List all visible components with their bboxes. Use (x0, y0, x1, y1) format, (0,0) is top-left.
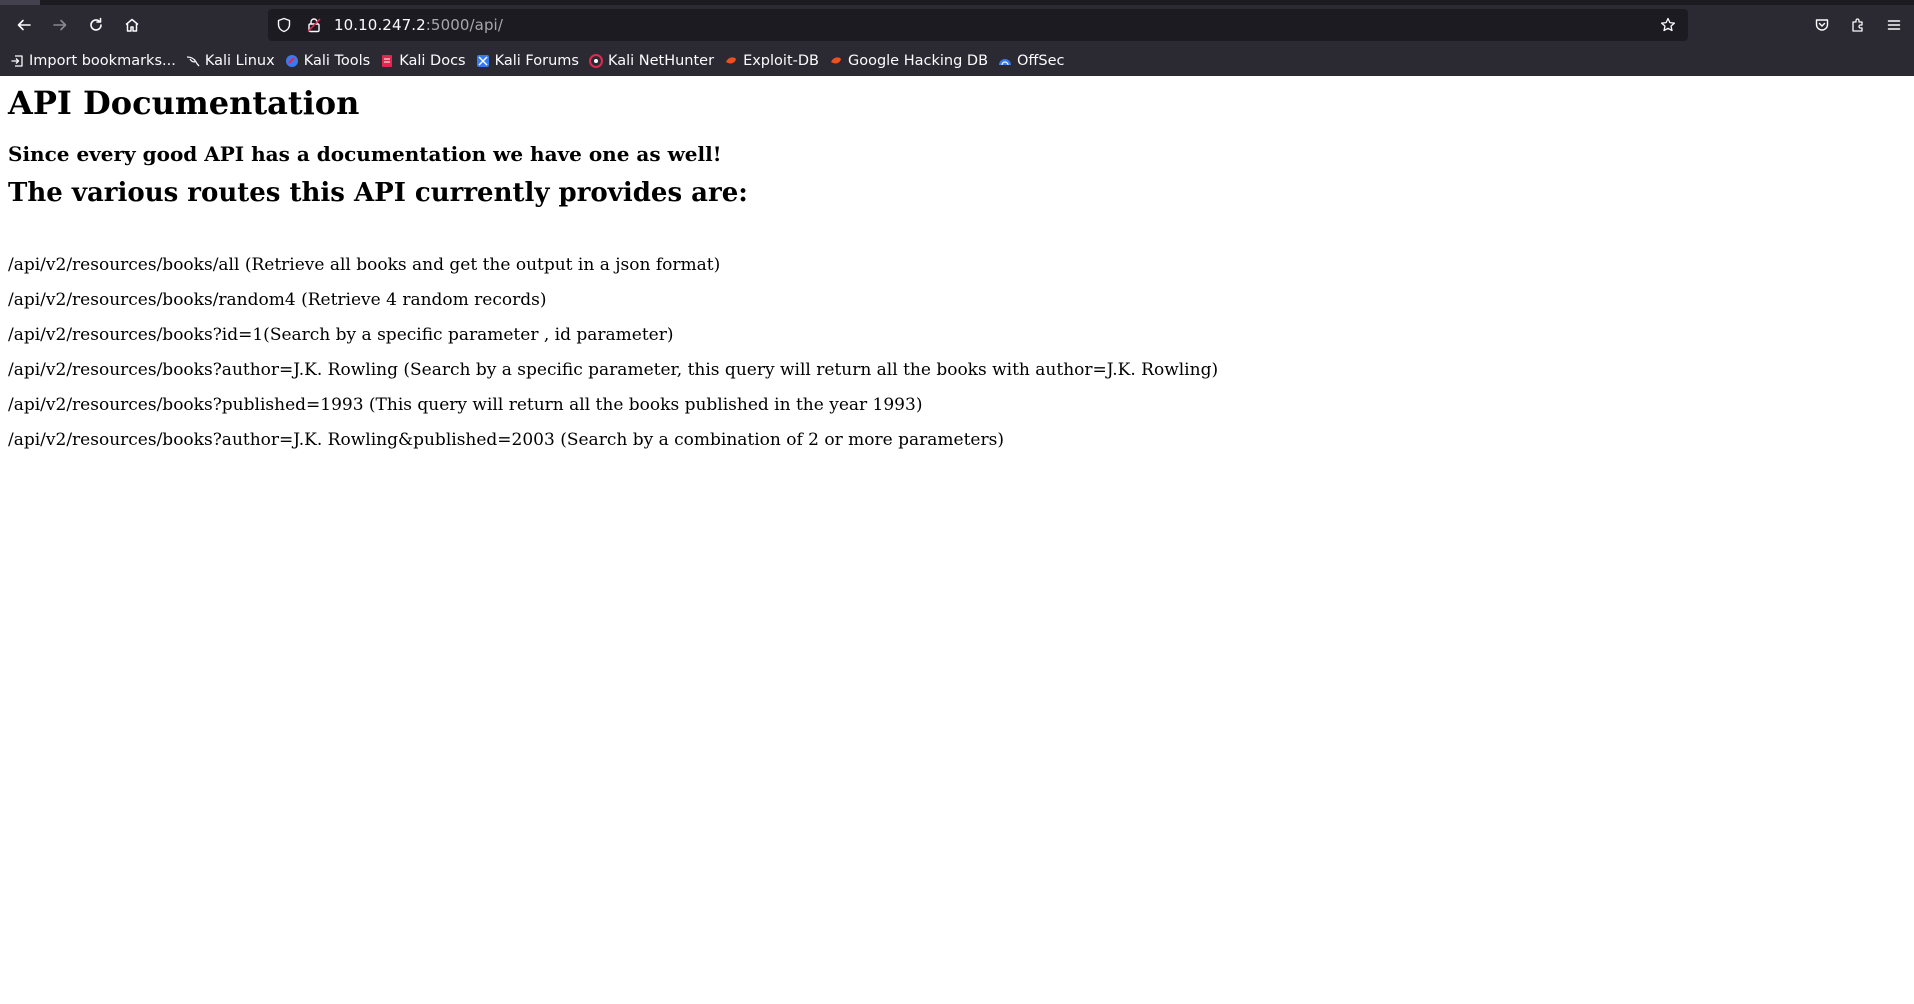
hamburger-menu-icon (1887, 20, 1901, 30)
bookmark-kali-tools[interactable]: Kali Tools (285, 52, 371, 69)
browser-chrome: 10.10.247.2:5000/api/ Import bookmarks..… (0, 0, 1914, 76)
routes-list: /api/v2/resources/books/all (Retrieve al… (8, 254, 1906, 450)
bookmark-kali-docs[interactable]: Kali Docs (380, 52, 466, 69)
pocket-button[interactable] (1804, 9, 1840, 41)
bookmark-import[interactable]: Import bookmarks... (10, 53, 176, 69)
home-icon (125, 18, 139, 32)
star-icon (1660, 17, 1676, 32)
page-title: API Documentation (8, 84, 360, 122)
reload-icon (90, 17, 102, 31)
bookmark-google-hacking-db[interactable]: Google Hacking DB (829, 53, 988, 69)
bookmark-label: Kali NetHunter (607, 52, 715, 69)
bookmark-label: Kali Linux (204, 52, 275, 69)
bookmark-star-button[interactable] (1652, 9, 1684, 41)
bookmark-label: Kali Docs (399, 52, 466, 69)
bookmark-label: Kali Forums (494, 52, 579, 69)
address-bar[interactable]: 10.10.247.2:5000/api/ (268, 9, 1688, 41)
bookmark-label: OffSec (1017, 52, 1065, 69)
route-item: /api/v2/resources/books/random4 (Retriev… (8, 289, 547, 310)
nethunter-icon (588, 53, 603, 68)
offsec-icon (998, 54, 1012, 68)
back-arrow-icon (17, 19, 31, 31)
insecure-lock-icon[interactable] (306, 17, 322, 33)
route-item: /api/v2/resources/books?author=J.K. Rowl… (8, 359, 1219, 380)
routes-heading: The various routes this API currently pr… (8, 178, 748, 209)
route-item: /api/v2/resources/books/all (Retrieve al… (8, 254, 721, 275)
bookmark-label: Exploit-DB (743, 52, 819, 69)
pocket-icon (1815, 19, 1829, 31)
navigation-toolbar: 10.10.247.2:5000/api/ (0, 5, 1914, 45)
reload-button[interactable] (78, 9, 114, 41)
url-path: :5000/api/ (425, 16, 503, 34)
back-button[interactable] (6, 9, 42, 41)
page-content: API Documentation Since every good API h… (0, 84, 1914, 450)
exploit-db-icon (724, 54, 738, 68)
route-item: /api/v2/resources/books?id=1(Search by a… (8, 324, 674, 345)
bookmark-label: Import bookmarks... (29, 52, 176, 69)
route-item: /api/v2/resources/books?author=J.K. Rowl… (8, 429, 1004, 450)
extensions-button[interactable] (1840, 9, 1876, 41)
import-icon (10, 54, 24, 68)
app-menu-button[interactable] (1876, 9, 1912, 41)
bookmark-kali-linux[interactable]: Kali Linux (186, 53, 275, 69)
bookmark-label: Kali Tools (303, 52, 371, 69)
home-button[interactable] (114, 9, 150, 41)
page-subtitle: Since every good API has a documentation… (8, 142, 722, 167)
toolbar-right (1804, 5, 1914, 45)
forward-arrow-icon (53, 19, 67, 31)
bookmark-label: Google Hacking DB (847, 52, 989, 69)
url-text[interactable]: 10.10.247.2:5000/api/ (334, 16, 503, 34)
kali-forums-icon (476, 54, 490, 68)
kali-docs-icon (380, 54, 394, 68)
kali-tools-icon (285, 54, 299, 68)
kali-dragon-icon (186, 54, 200, 68)
tracking-protection-shield-icon[interactable] (276, 17, 292, 33)
bookmarks-toolbar: Import bookmarks... Kali Linux Kali Tool… (0, 45, 1914, 76)
bookmark-kali-forums[interactable]: Kali Forums (476, 53, 579, 69)
bookmark-kali-nethunter[interactable]: Kali NetHunter (588, 52, 715, 69)
url-host: 10.10.247.2 (334, 16, 426, 34)
bookmark-exploit-db[interactable]: Exploit-DB (724, 53, 819, 69)
route-item: /api/v2/resources/books?published=1993 (… (8, 394, 923, 415)
bookmark-offsec[interactable]: OffSec (998, 53, 1065, 69)
forward-button[interactable] (42, 9, 78, 41)
ghdb-icon (829, 54, 843, 68)
puzzle-icon (1852, 18, 1863, 32)
